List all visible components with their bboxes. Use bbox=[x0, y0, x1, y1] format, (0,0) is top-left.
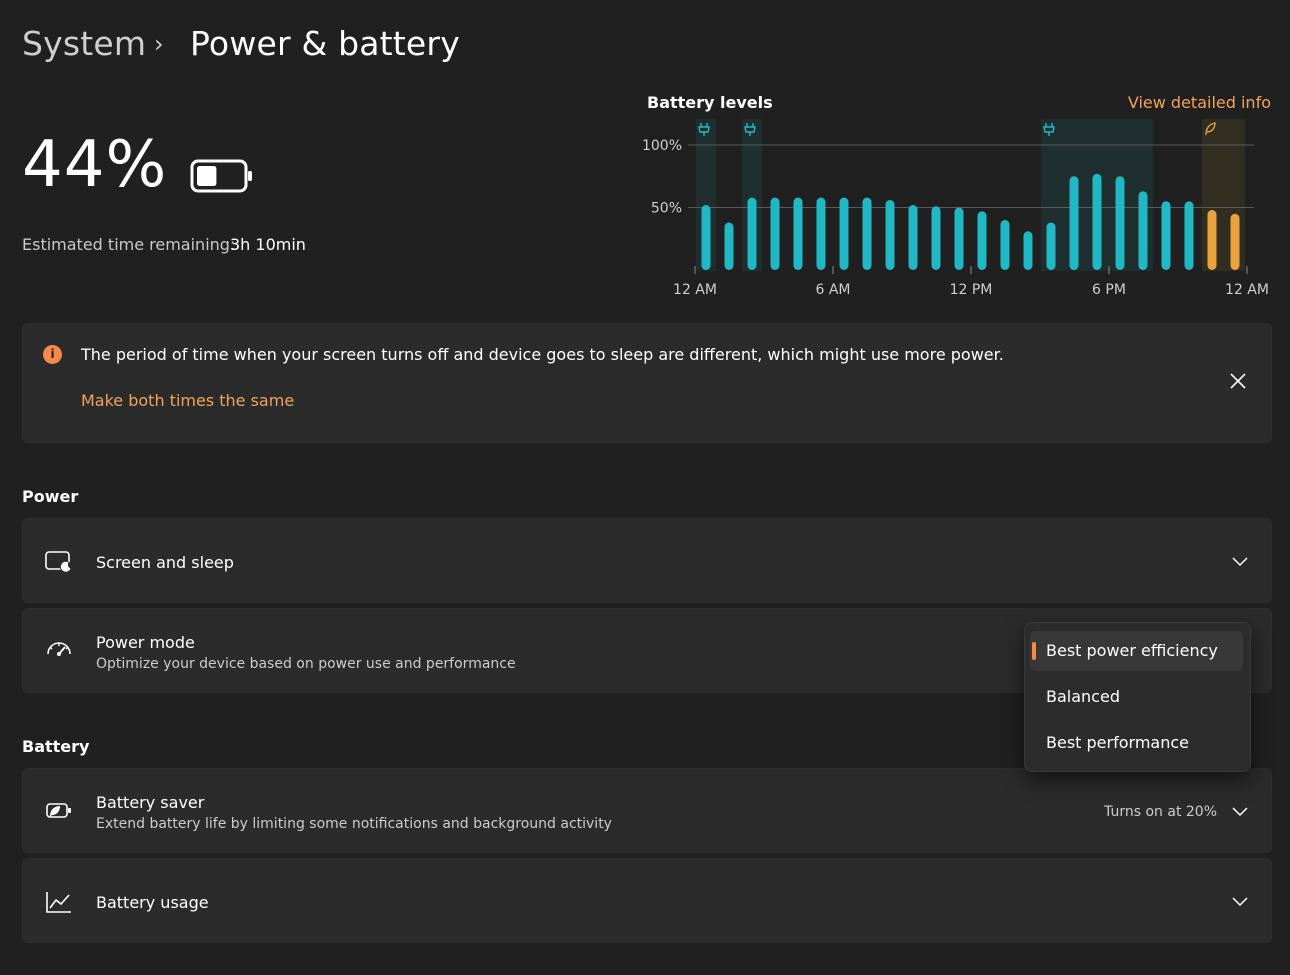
estimated-time-label: Estimated time remaining: bbox=[22, 235, 236, 254]
bar bbox=[1138, 191, 1148, 270]
bar bbox=[770, 197, 780, 270]
bar bbox=[1207, 210, 1217, 270]
chevron-down-icon[interactable] bbox=[1231, 552, 1249, 570]
battery-saver-subtitle: Extend battery life by limiting some not… bbox=[96, 816, 612, 832]
battery-saver-card[interactable]: Battery saver Extend battery life by lim… bbox=[22, 768, 1272, 853]
x-tick-label: 6 PM bbox=[1092, 282, 1126, 298]
x-tick-label: 12 AM bbox=[1225, 282, 1269, 298]
notice-text: The period of time when your screen turn… bbox=[81, 345, 1004, 364]
chart-line-icon bbox=[46, 892, 71, 913]
battery-saver-title: Battery saver bbox=[96, 793, 205, 812]
screen-sleep-icon bbox=[45, 551, 72, 573]
bar bbox=[977, 211, 987, 270]
view-detailed-info-link[interactable]: View detailed info bbox=[1128, 93, 1271, 112]
option-label: Balanced bbox=[1046, 687, 1120, 706]
breadcrumb-separator: › bbox=[154, 30, 164, 58]
bar bbox=[862, 197, 872, 270]
power-mode-subtitle: Optimize your device based on power use … bbox=[96, 656, 516, 672]
bar bbox=[1230, 213, 1240, 270]
chart-title: Battery levels bbox=[647, 93, 773, 112]
make-times-same-link[interactable]: Make both times the same bbox=[81, 391, 294, 410]
selection-indicator bbox=[1032, 642, 1036, 660]
section-heading-power: Power bbox=[22, 487, 79, 506]
bar bbox=[701, 205, 711, 270]
bar bbox=[954, 207, 964, 270]
estimated-time-value: 3h 10min bbox=[230, 235, 306, 254]
breadcrumb-parent[interactable]: System bbox=[22, 24, 146, 63]
battery-usage-card[interactable]: Battery usage bbox=[22, 858, 1272, 943]
bar bbox=[1046, 222, 1056, 270]
bar bbox=[1161, 201, 1171, 270]
battery-usage-title: Battery usage bbox=[96, 893, 209, 912]
chevron-down-icon[interactable] bbox=[1231, 802, 1249, 820]
battery-saver-icon bbox=[46, 803, 71, 818]
bar bbox=[793, 197, 803, 270]
battery-levels-chart: 100% 50% 12 AM 6 AM 12 PM 6 PM 12 AM bbox=[642, 119, 1269, 298]
bar bbox=[747, 197, 757, 270]
bar bbox=[1184, 201, 1194, 270]
power-mode-option-best-efficiency[interactable]: Best power efficiency bbox=[1030, 631, 1243, 671]
x-tick-label: 12 AM bbox=[673, 282, 717, 298]
y-tick-label: 50% bbox=[651, 201, 682, 217]
power-mode-title: Power mode bbox=[96, 633, 195, 652]
page-title: Power & battery bbox=[190, 24, 460, 63]
bar bbox=[908, 205, 918, 270]
power-mode-option-balanced[interactable]: Balanced bbox=[1030, 677, 1243, 717]
battery-saver-status: Turns on at 20% bbox=[1104, 804, 1217, 820]
battery-icon bbox=[190, 159, 252, 193]
screen-and-sleep-title: Screen and sleep bbox=[96, 553, 234, 572]
screen-and-sleep-card[interactable]: Screen and sleep bbox=[22, 518, 1272, 603]
bar bbox=[931, 206, 941, 270]
power-mode-dropdown[interactable]: Best power efficiency Balanced Best perf… bbox=[1024, 622, 1251, 772]
chevron-down-icon[interactable] bbox=[1231, 892, 1249, 910]
bar bbox=[1023, 231, 1033, 270]
bar bbox=[1000, 220, 1010, 270]
option-label: Best performance bbox=[1046, 733, 1189, 752]
gauge-icon bbox=[47, 642, 71, 656]
bar bbox=[816, 197, 826, 270]
close-icon[interactable] bbox=[1227, 370, 1249, 392]
bar bbox=[839, 197, 849, 270]
x-tick-label: 6 AM bbox=[815, 282, 850, 298]
info-icon: i bbox=[43, 345, 62, 364]
section-heading-battery: Battery bbox=[22, 737, 90, 756]
y-tick-label: 100% bbox=[642, 138, 682, 154]
bar bbox=[1069, 176, 1079, 270]
bar bbox=[1115, 176, 1125, 270]
bar bbox=[885, 200, 895, 270]
power-mode-option-best-performance[interactable]: Best performance bbox=[1030, 723, 1243, 763]
option-label: Best power efficiency bbox=[1046, 641, 1218, 660]
x-tick-label: 12 PM bbox=[950, 282, 993, 298]
bar bbox=[724, 222, 734, 270]
bar bbox=[1092, 173, 1102, 270]
battery-percentage: 44% bbox=[22, 128, 168, 202]
sleep-mismatch-notice: i The period of time when your screen tu… bbox=[22, 323, 1272, 443]
